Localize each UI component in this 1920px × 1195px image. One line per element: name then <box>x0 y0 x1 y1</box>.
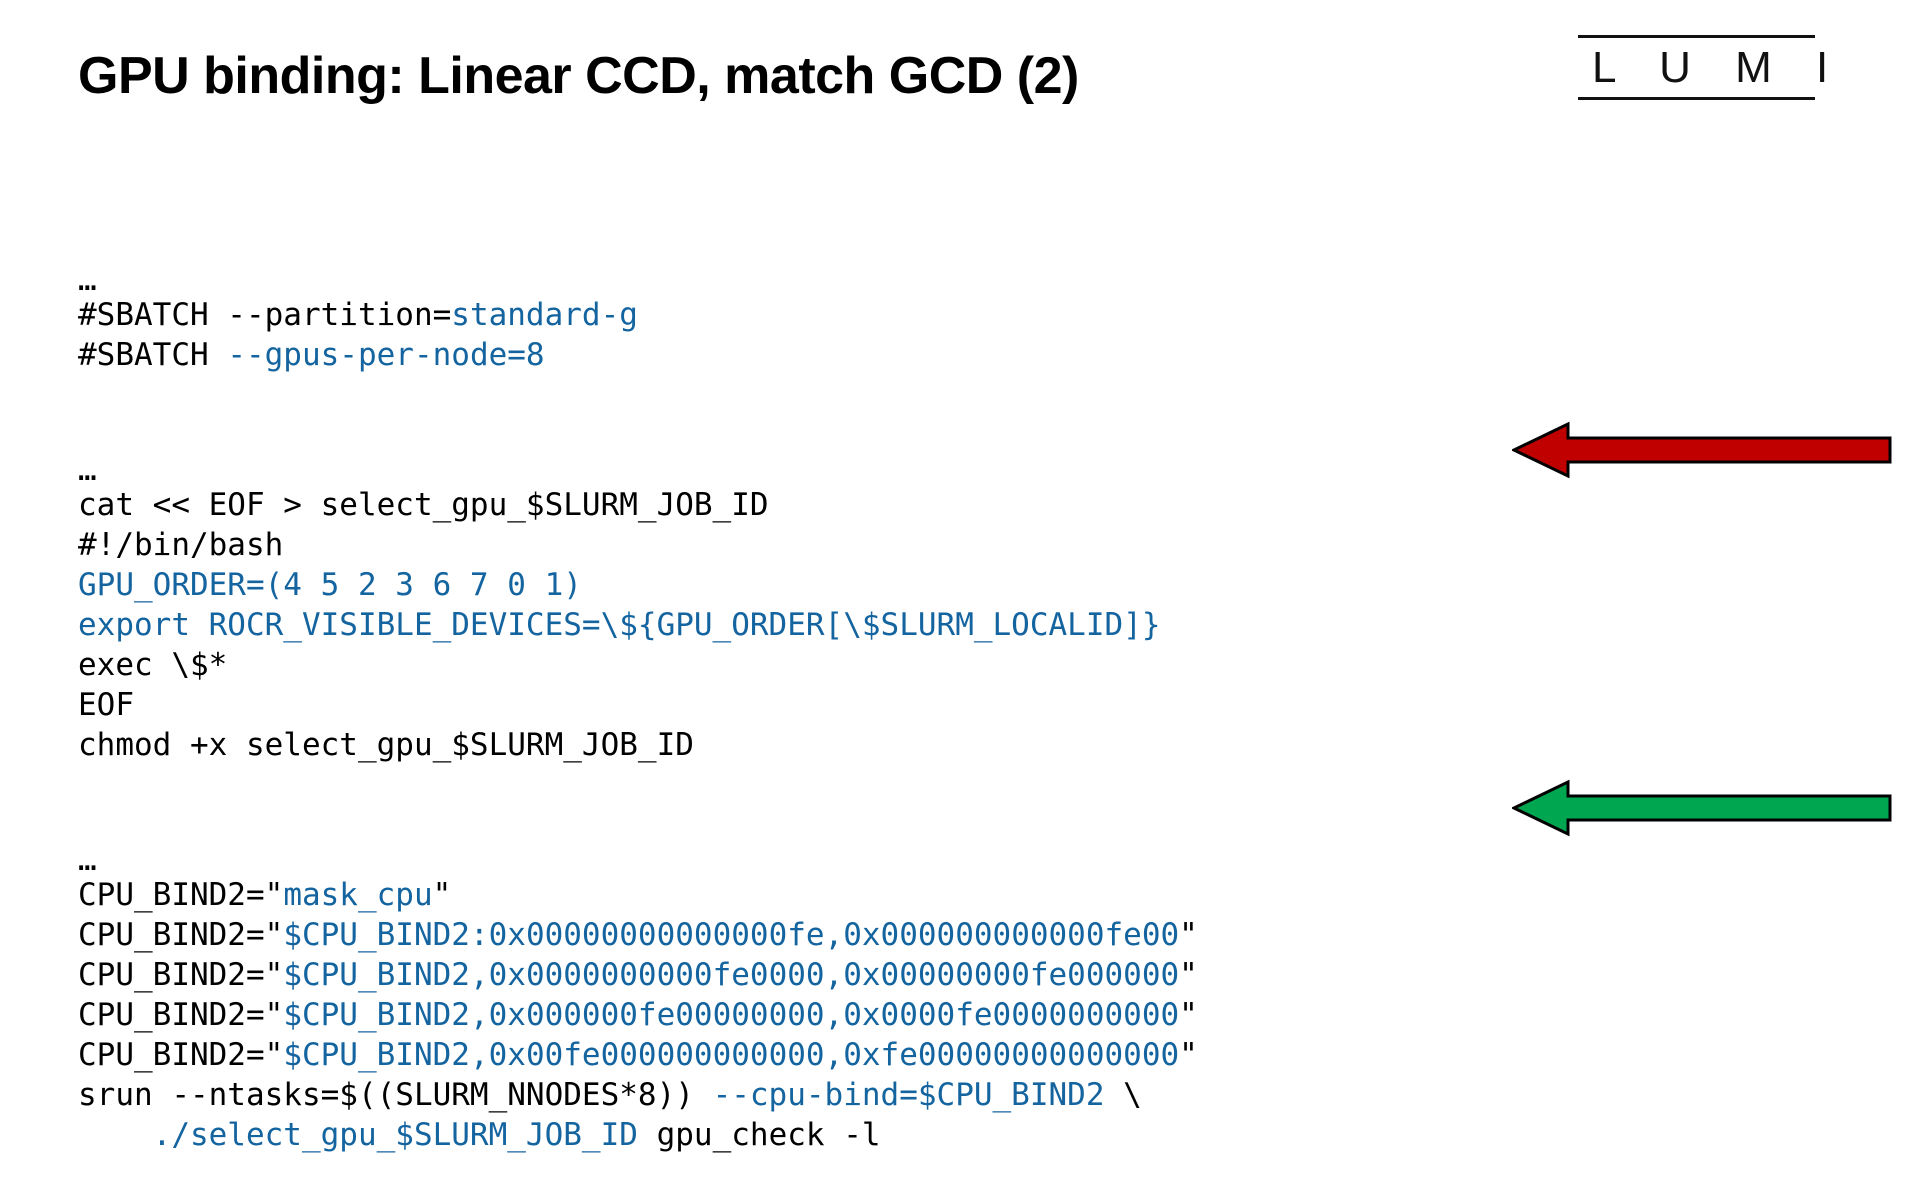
code-line-export-rocr: export ROCR_VISIBLE_DEVICES=\${GPU_ORDER… <box>78 605 1198 645</box>
code-span-srun-line-1: --cpu-bind=$CPU_BIND2 <box>712 1077 1105 1113</box>
code-span-cpu-bind2-mask-2-0: CPU_BIND2=" <box>78 957 284 993</box>
code-span-cpu-bind2-mask-3-2: " <box>1179 997 1198 1033</box>
code-listing: … #SBATCH --partition=standard-g #SBATCH -… <box>78 185 1198 1195</box>
code-span-cpu-bind2-mask-1-1: $CPU_BIND2:0x00000000000000fe,0x00000000… <box>283 917 1180 953</box>
code-line-cpu-bind2-init: CPU_BIND2="mask_cpu" <box>78 875 1198 915</box>
code-span-cpu-bind2-init-2: " <box>432 877 452 913</box>
code-span-ellipsis-2-0: … <box>78 452 97 488</box>
code-line-shebang: #!/bin/bash <box>78 525 1198 565</box>
code-span-ellipsis-3-0: … <box>78 842 97 878</box>
code-span-shebang-0: #!/bin/bash <box>78 527 284 563</box>
code-span-sbatch-partition-1: standard-g <box>451 297 638 333</box>
code-line-srun-continuation: ./select_gpu_$SLURM_JOB_ID gpu_check -l <box>78 1115 1198 1155</box>
code-span-export-rocr-0: export ROCR_VISIBLE_DEVICES=\${GPU_ORDER… <box>78 607 1161 643</box>
code-line-sbatch-partition: #SBATCH --partition=standard-g <box>78 295 1198 335</box>
code-span-cpu-bind2-mask-4-1: $CPU_BIND2,0x00fe000000000000,0xfe000000… <box>283 1037 1180 1073</box>
code-line-cat-heredoc: cat << EOF > select_gpu_$SLURM_JOB_ID <box>78 485 1198 525</box>
logo-rule-top <box>1578 35 1815 38</box>
code-line-cpu-bind2-mask-3: CPU_BIND2="$CPU_BIND2,0x000000fe00000000… <box>78 995 1198 1035</box>
code-span-exec-args-0: exec \$* <box>78 647 228 683</box>
code-span-cpu-bind2-mask-4-0: CPU_BIND2=" <box>78 1037 284 1073</box>
code-span-sbatch-gpus-per-node-1: --gpus-per-node=8 <box>227 337 545 373</box>
code-span-cpu-bind2-mask-2-2: " <box>1179 957 1198 993</box>
page-title: GPU binding: Linear CCD, match GCD (2) <box>78 47 1079 105</box>
code-span-eof-marker-0: EOF <box>78 687 134 723</box>
code-line-ellipsis-2: … <box>78 452 1198 488</box>
code-span-srun-line-2: \ <box>1104 1077 1142 1113</box>
code-line-gpu-order: GPU_ORDER=(4 5 2 3 6 7 0 1) <box>78 565 1198 605</box>
code-line-sbatch-gpus-per-node: #SBATCH --gpus-per-node=8 <box>78 335 1198 375</box>
code-line-ellipsis-1: … <box>78 262 1198 298</box>
code-span-cpu-bind2-mask-3-0: CPU_BIND2=" <box>78 997 284 1033</box>
code-span-cat-heredoc-0: cat << EOF > select_gpu_$SLURM_JOB_ID <box>78 487 769 523</box>
code-line-chmod-select-gpu: chmod +x select_gpu_$SLURM_JOB_ID <box>78 725 1198 765</box>
code-block-3: … CPU_BIND2="mask_cpu" CPU_BIND2="$CPU_BIN… <box>78 845 1198 1155</box>
logo-letters: L U M I <box>1592 43 1845 92</box>
code-span-sbatch-gpus-per-node-0: #SBATCH <box>78 337 228 373</box>
code-line-cpu-bind2-mask-4: CPU_BIND2="$CPU_BIND2,0x00fe000000000000… <box>78 1035 1198 1075</box>
code-line-cpu-bind2-mask-2: CPU_BIND2="$CPU_BIND2,0x0000000000fe0000… <box>78 955 1198 995</box>
code-span-srun-line-0: srun --ntasks=$((SLURM_NNODES*8)) <box>78 1077 713 1113</box>
code-line-eof-marker: EOF <box>78 685 1198 725</box>
code-line-ellipsis-3: … <box>78 842 1198 878</box>
code-span-cpu-bind2-mask-1-2: " <box>1179 917 1198 953</box>
code-span-cpu-bind2-mask-3-1: $CPU_BIND2,0x000000fe00000000,0x0000fe00… <box>283 997 1180 1033</box>
code-block-2: … cat << EOF > select_gpu_$SLURM_JOB_ID #!… <box>78 455 1198 765</box>
code-span-cpu-bind2-init-0: CPU_BIND2=" <box>78 877 284 913</box>
green-arrow-callout-icon <box>1512 779 1892 837</box>
code-line-srun-line: srun --ntasks=$((SLURM_NNODES*8)) --cpu-… <box>78 1075 1198 1115</box>
code-line-exec-args: exec \$* <box>78 645 1198 685</box>
red-arrow-callout-icon <box>1512 421 1892 479</box>
code-span-srun-continuation-1: ./select_gpu_$SLURM_JOB_ID <box>152 1117 638 1153</box>
code-span-cpu-bind2-init-1: mask_cpu <box>283 877 433 913</box>
code-span-gpu-order-0: GPU_ORDER=(4 5 2 3 6 7 0 1) <box>78 567 582 603</box>
code-block-1: … #SBATCH --partition=standard-g #SBATCH -… <box>78 265 1198 375</box>
code-span-ellipsis-1-0: … <box>78 262 97 298</box>
code-span-cpu-bind2-mask-4-2: " <box>1179 1037 1198 1073</box>
code-span-cpu-bind2-mask-2-1: $CPU_BIND2,0x0000000000fe0000,0x00000000… <box>283 957 1180 993</box>
code-span-srun-continuation-2: gpu_check -l <box>637 1117 881 1153</box>
code-line-cpu-bind2-mask-1: CPU_BIND2="$CPU_BIND2:0x00000000000000fe… <box>78 915 1198 955</box>
code-span-chmod-select-gpu-0: chmod +x select_gpu_$SLURM_JOB_ID <box>78 727 694 763</box>
code-span-srun-continuation-0 <box>78 1117 153 1153</box>
code-span-sbatch-partition-0: #SBATCH --partition= <box>78 297 452 333</box>
lumi-logo: L U M I <box>1578 35 1845 100</box>
logo-rule-bottom <box>1578 97 1815 100</box>
code-span-cpu-bind2-mask-1-0: CPU_BIND2=" <box>78 917 284 953</box>
